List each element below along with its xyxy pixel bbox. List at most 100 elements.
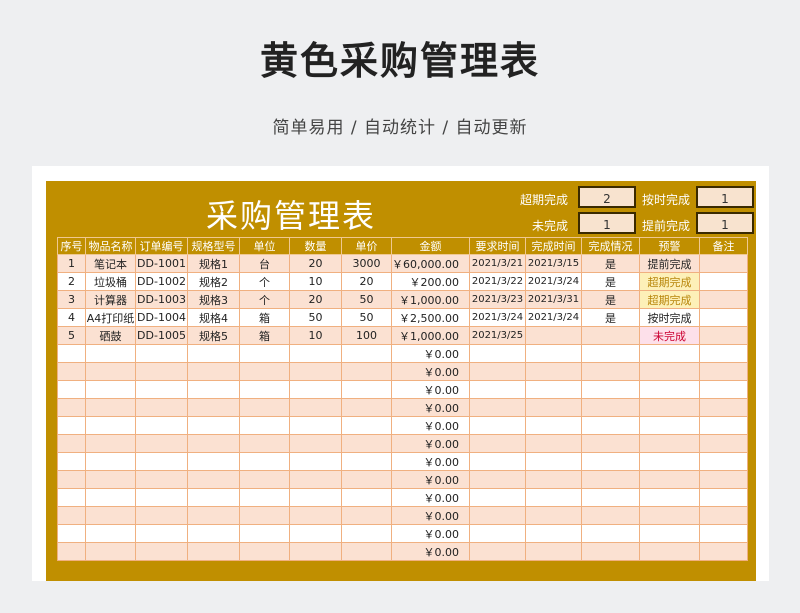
table-cell[interactable] xyxy=(187,398,240,417)
table-cell[interactable] xyxy=(698,326,748,345)
table-cell[interactable] xyxy=(289,488,342,507)
stat-value-ontime[interactable]: 1 xyxy=(696,186,754,208)
table-cell[interactable] xyxy=(698,362,748,381)
table-cell[interactable] xyxy=(341,416,392,435)
table-cell[interactable] xyxy=(187,362,240,381)
table-cell[interactable]: 2021/3/31 xyxy=(524,290,582,309)
table-cell[interactable] xyxy=(524,380,582,399)
table-cell[interactable] xyxy=(57,380,86,399)
table-cell[interactable]: 规格3 xyxy=(187,290,240,309)
stat-value-early[interactable]: 1 xyxy=(696,212,754,234)
table-cell[interactable] xyxy=(187,416,240,435)
table-cell[interactable] xyxy=(341,398,392,417)
table-cell[interactable] xyxy=(638,506,700,525)
table-cell[interactable] xyxy=(698,542,748,561)
table-cell[interactable] xyxy=(638,434,700,453)
table-cell[interactable]: 超期完成 xyxy=(638,272,700,291)
column-header[interactable]: 完成时间 xyxy=(524,237,582,255)
table-cell[interactable] xyxy=(341,470,392,489)
table-cell[interactable] xyxy=(289,542,342,561)
table-cell[interactable]: 规格5 xyxy=(187,326,240,345)
table-cell[interactable] xyxy=(524,326,582,345)
table-cell[interactable]: 50 xyxy=(341,290,392,309)
table-cell[interactable] xyxy=(135,398,188,417)
table-cell[interactable]: 2021/3/23 xyxy=(468,290,526,309)
table-cell[interactable] xyxy=(468,506,526,525)
table-cell[interactable] xyxy=(57,452,86,471)
table-cell[interactable]: 10 xyxy=(289,272,342,291)
table-cell[interactable] xyxy=(289,470,342,489)
table-cell[interactable]: DD-1004 xyxy=(135,308,188,327)
table-cell[interactable] xyxy=(187,506,240,525)
table-cell[interactable] xyxy=(638,416,700,435)
table-cell[interactable]: 20 xyxy=(341,272,392,291)
table-cell[interactable] xyxy=(57,416,86,435)
table-cell[interactable] xyxy=(698,308,748,327)
table-cell[interactable] xyxy=(341,524,392,543)
table-cell[interactable]: ￥2,500.00 xyxy=(391,308,470,327)
table-cell[interactable]: 规格4 xyxy=(187,308,240,327)
table-cell[interactable] xyxy=(135,434,188,453)
table-cell[interactable] xyxy=(289,380,342,399)
table-cell[interactable]: ￥200.00 xyxy=(391,272,470,291)
table-cell[interactable] xyxy=(85,470,136,489)
table-cell[interactable] xyxy=(239,488,290,507)
table-cell[interactable] xyxy=(289,452,342,471)
table-cell[interactable]: 计算器 xyxy=(85,290,136,309)
table-cell[interactable]: 未完成 xyxy=(638,326,700,345)
table-cell[interactable] xyxy=(468,344,526,363)
table-cell[interactable]: 2021/3/24 xyxy=(524,308,582,327)
table-cell[interactable] xyxy=(468,452,526,471)
table-cell[interactable] xyxy=(57,344,86,363)
table-cell[interactable]: ￥0.00 xyxy=(391,344,470,363)
table-cell[interactable] xyxy=(85,488,136,507)
table-cell[interactable]: 规格2 xyxy=(187,272,240,291)
table-cell[interactable] xyxy=(698,452,748,471)
table-cell[interactable]: 是 xyxy=(580,272,640,291)
table-cell[interactable] xyxy=(524,452,582,471)
table-cell[interactable] xyxy=(638,398,700,417)
table-cell[interactable] xyxy=(638,452,700,471)
table-cell[interactable]: ￥0.00 xyxy=(391,380,470,399)
table-cell[interactable] xyxy=(638,488,700,507)
table-cell[interactable] xyxy=(580,470,640,489)
table-cell[interactable]: ￥0.00 xyxy=(391,506,470,525)
table-cell[interactable] xyxy=(187,380,240,399)
column-header[interactable]: 序号 xyxy=(57,237,86,255)
column-header[interactable]: 要求时间 xyxy=(468,237,526,255)
table-cell[interactable]: ￥0.00 xyxy=(391,434,470,453)
table-cell[interactable] xyxy=(239,416,290,435)
table-cell[interactable]: 是 xyxy=(580,290,640,309)
table-cell[interactable] xyxy=(57,524,86,543)
table-cell[interactable]: ￥60,000.00 xyxy=(391,254,470,273)
table-cell[interactable]: ￥0.00 xyxy=(391,542,470,561)
table-cell[interactable]: 2 xyxy=(57,272,86,291)
table-cell[interactable] xyxy=(698,416,748,435)
table-cell[interactable] xyxy=(239,380,290,399)
table-cell[interactable] xyxy=(85,362,136,381)
table-cell[interactable] xyxy=(135,416,188,435)
table-cell[interactable]: A4打印纸 xyxy=(85,308,136,327)
table-cell[interactable] xyxy=(187,524,240,543)
table-cell[interactable]: ￥1,000.00 xyxy=(391,290,470,309)
table-cell[interactable] xyxy=(524,434,582,453)
table-cell[interactable] xyxy=(239,398,290,417)
table-cell[interactable] xyxy=(85,398,136,417)
table-cell[interactable] xyxy=(468,470,526,489)
table-cell[interactable]: 个 xyxy=(239,290,290,309)
table-cell[interactable]: 规格1 xyxy=(187,254,240,273)
table-cell[interactable]: DD-1001 xyxy=(135,254,188,273)
column-header[interactable]: 物品名称 xyxy=(85,237,136,255)
table-cell[interactable] xyxy=(580,326,640,345)
table-cell[interactable] xyxy=(698,470,748,489)
table-cell[interactable] xyxy=(638,470,700,489)
table-cell[interactable]: ￥0.00 xyxy=(391,470,470,489)
table-cell[interactable]: 硒鼓 xyxy=(85,326,136,345)
table-cell[interactable] xyxy=(524,524,582,543)
table-cell[interactable] xyxy=(698,398,748,417)
table-cell[interactable]: ￥0.00 xyxy=(391,488,470,507)
table-cell[interactable] xyxy=(57,362,86,381)
table-cell[interactable]: 1 xyxy=(57,254,86,273)
table-cell[interactable] xyxy=(468,524,526,543)
table-cell[interactable] xyxy=(289,416,342,435)
